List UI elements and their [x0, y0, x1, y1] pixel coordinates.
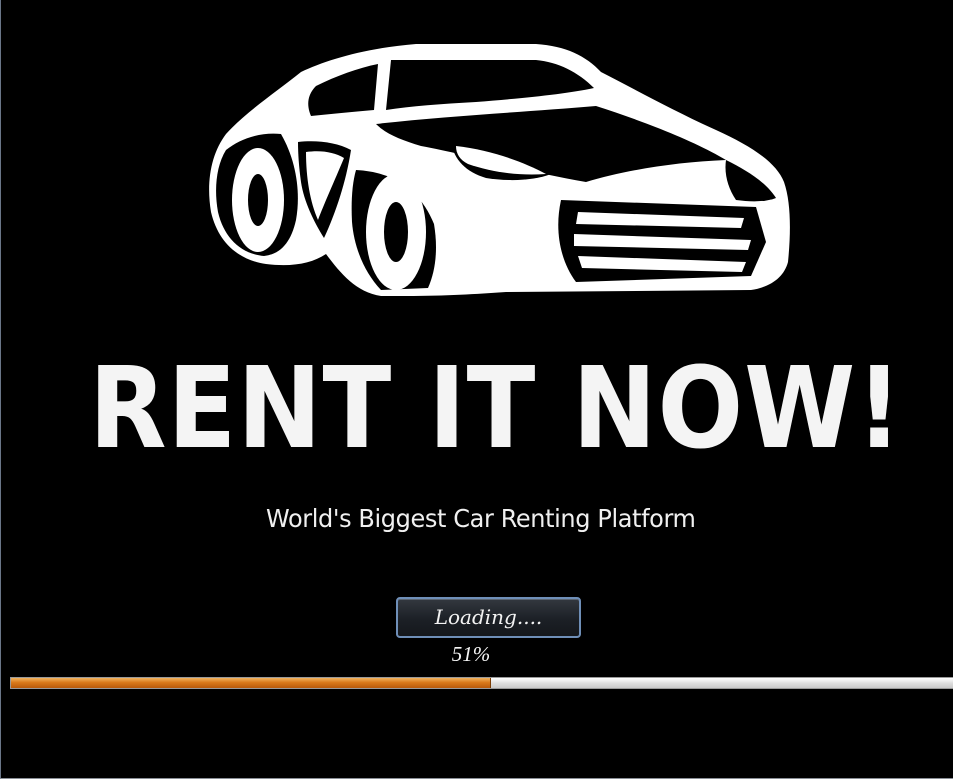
brand-title: RENT IT NOW!: [89, 344, 904, 474]
tagline: World's Biggest Car Renting Platform: [266, 504, 696, 533]
progress-bar: [10, 677, 953, 689]
loading-button[interactable]: Loading....: [396, 597, 581, 638]
sports-car-icon: [209, 44, 790, 296]
splash-screen: RENT IT NOW! World's Biggest Car Renting…: [0, 0, 953, 779]
progress-percent-label: 51%: [451, 642, 491, 666]
progress-bar-fill: [11, 678, 492, 688]
